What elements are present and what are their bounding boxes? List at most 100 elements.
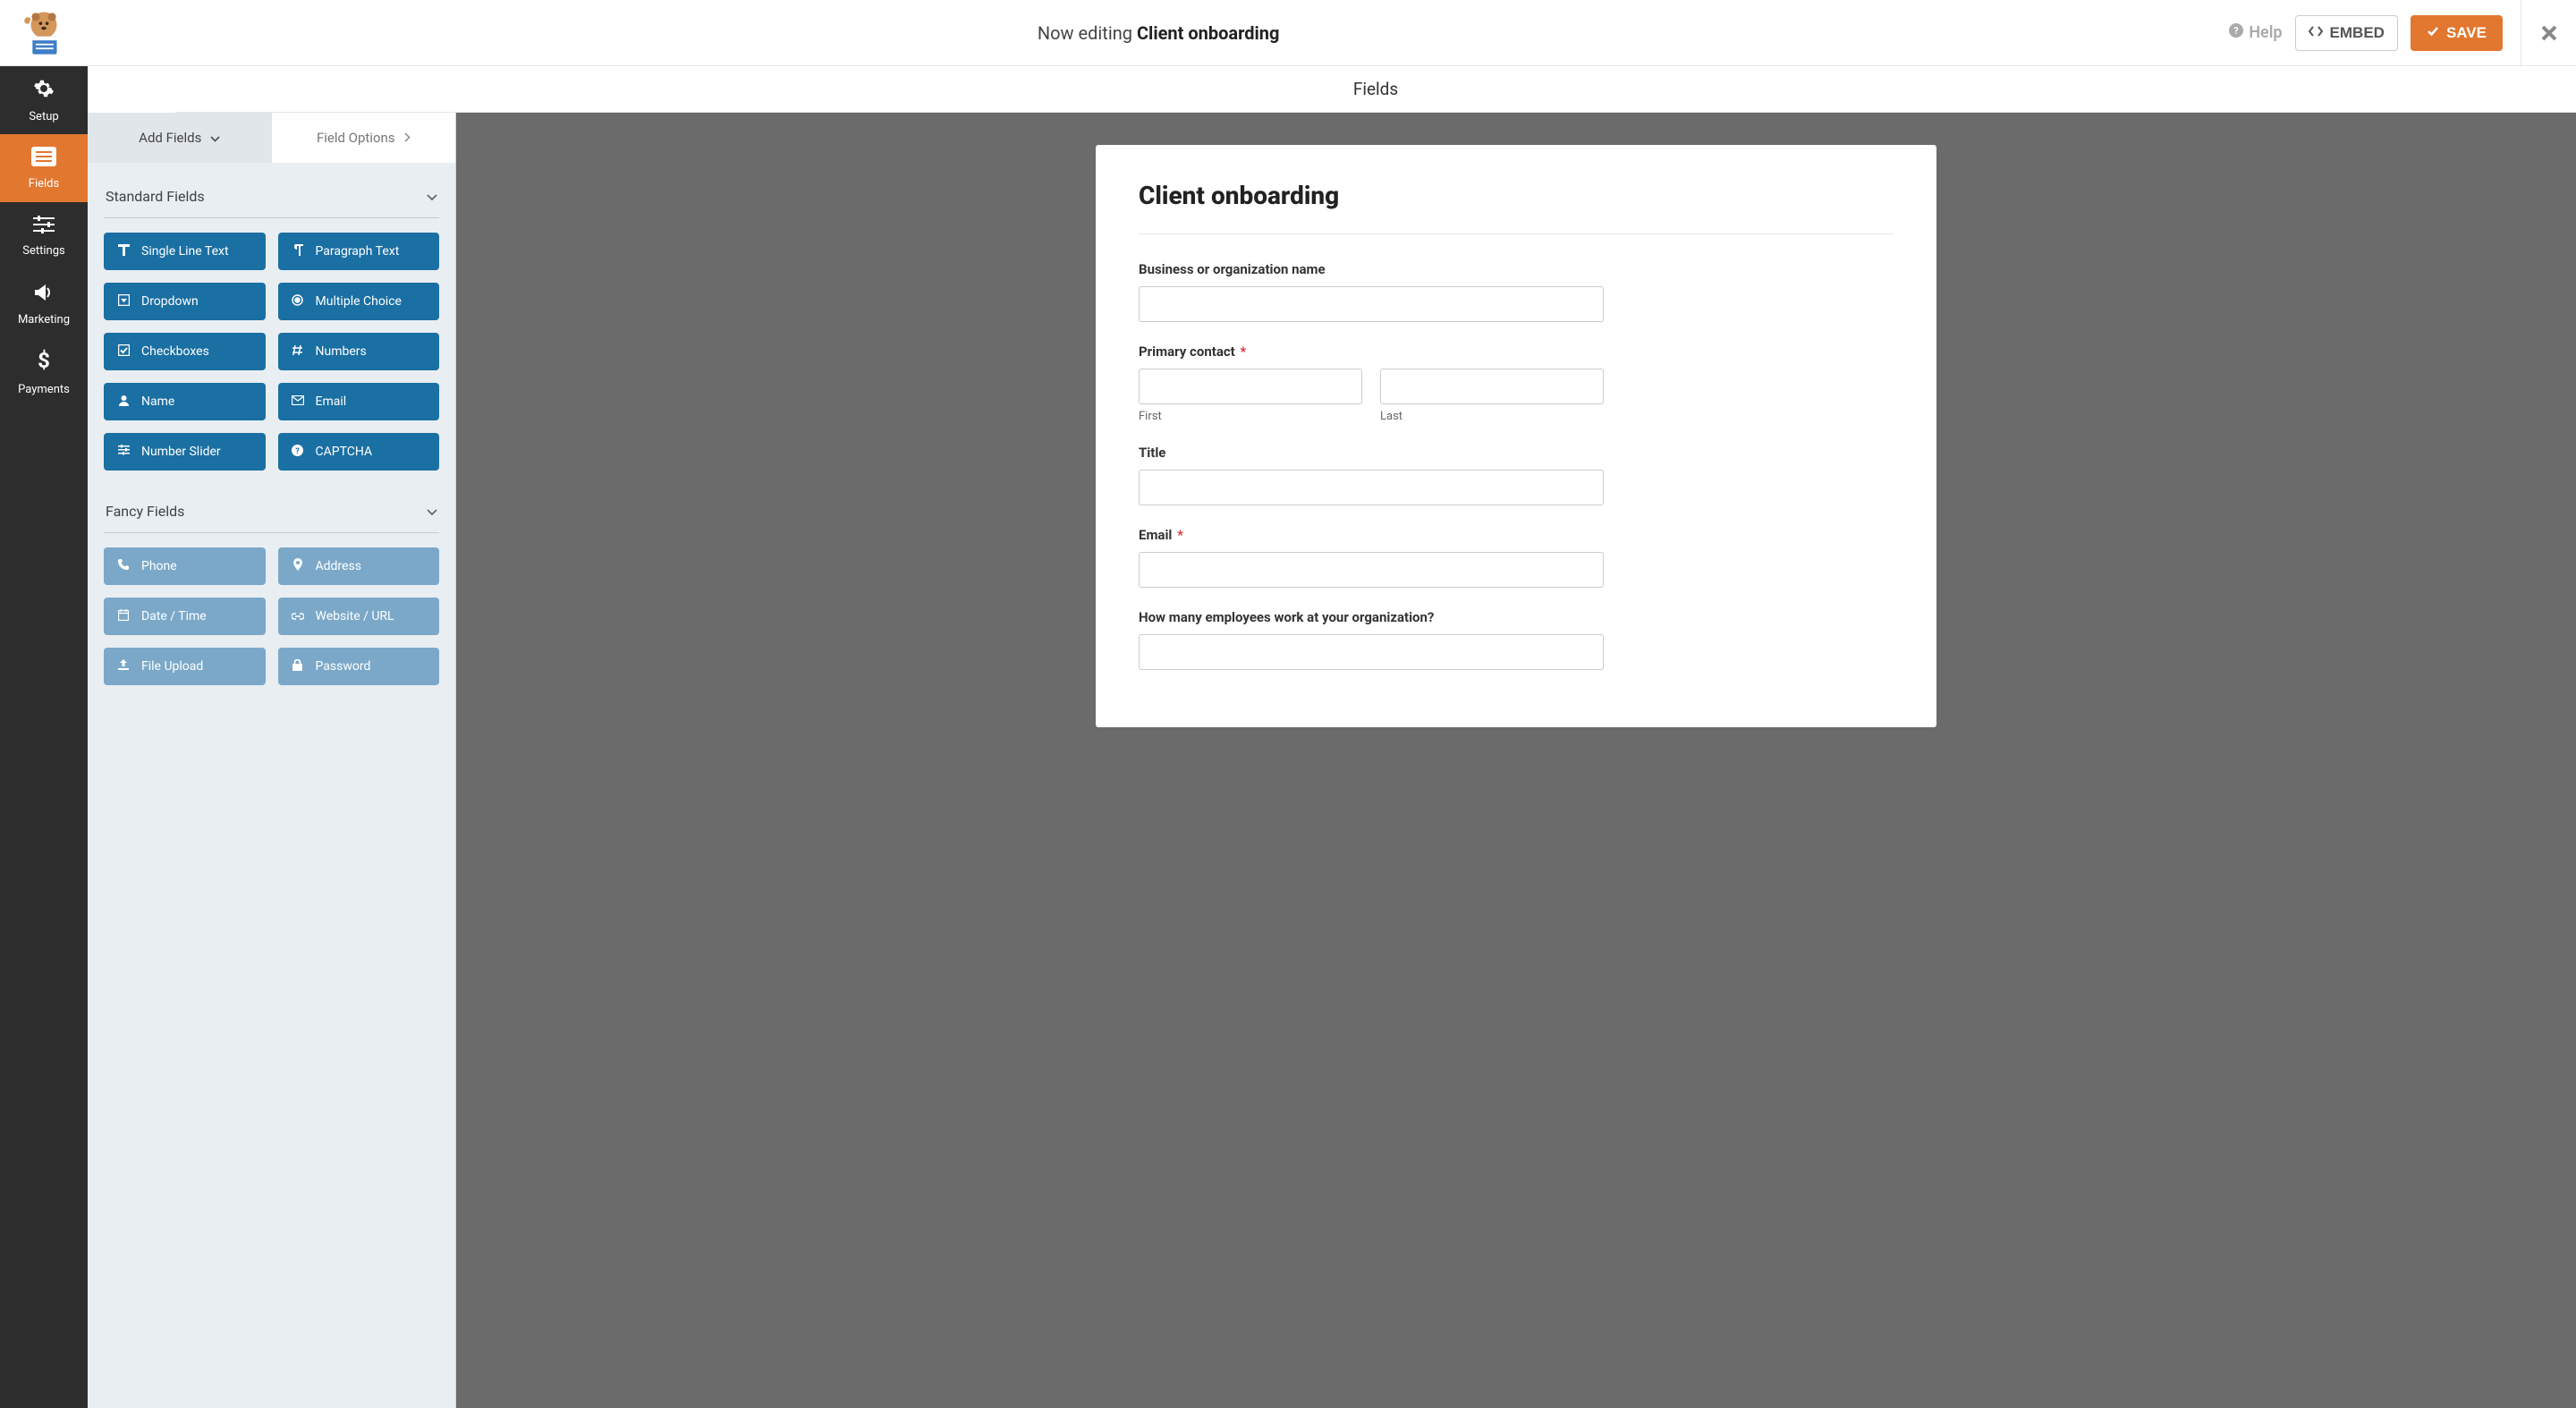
field-group-header[interactable]: Standard Fields [104,179,439,217]
sidebar-label: Fields [29,177,59,191]
form-icon [31,147,56,172]
field-type-paragraph-text[interactable]: Paragraph Text [278,233,440,270]
field-type-password[interactable]: Password [278,648,440,685]
sliders-icon [33,216,55,239]
field-type-address[interactable]: Address [278,547,440,585]
sidebar-label: Payments [18,383,70,396]
help-icon: ? [2229,23,2243,42]
field-type-date-time[interactable]: Date / Time [104,598,266,635]
field-type-label: Paragraph Text [316,244,400,259]
text-icon [116,244,131,259]
divider [104,217,439,218]
field-label: Email * [1139,527,1894,543]
paragraph-icon [291,244,305,259]
field-type-numbers[interactable]: Numbers [278,333,440,370]
gear-icon [33,78,55,105]
group-title: Fancy Fields [106,503,184,520]
help-link[interactable]: ? Help [2229,23,2282,42]
chevron-right-icon [404,130,411,146]
field-type-label: Email [316,394,347,409]
last-name-input[interactable] [1380,369,1604,404]
sidebar-label: Setup [29,110,58,123]
field-label: Primary contact * [1139,344,1894,360]
field-type-label: File Upload [141,659,203,674]
text-input[interactable] [1139,470,1604,505]
field-type-label: Password [316,659,371,674]
upload-icon [116,659,131,674]
sidebar-item-fields[interactable]: Fields [0,134,88,202]
svg-text:$: $ [38,349,50,372]
text-input[interactable] [1139,286,1604,322]
field-type-label: Name [141,394,174,409]
field-label: Title [1139,445,1894,461]
pin-icon [291,558,305,574]
field-type-label: Single Line Text [141,244,229,259]
field-type-single-line-text[interactable]: Single Line Text [104,233,266,270]
code-icon [2309,24,2323,42]
required-indicator: * [1174,527,1183,543]
field-type-label: Numbers [316,344,367,359]
sub-label: First [1139,410,1362,423]
sub-label: Last [1380,410,1604,423]
user-icon [116,394,131,410]
first-name-input[interactable] [1139,369,1362,404]
tab-add-fields[interactable]: Add Fields [88,113,272,163]
divider [104,532,439,533]
field-type-label: Phone [141,559,177,573]
form-preview-title: Client onboarding [1139,181,1894,210]
field-type-multiple-choice[interactable]: Multiple Choice [278,283,440,320]
question-icon: ? [291,445,305,460]
section-header: Fields [175,66,2576,113]
field-type-checkboxes[interactable]: Checkboxes [104,333,266,370]
app-logo[interactable] [0,7,88,59]
svg-text:?: ? [295,447,300,456]
form-field[interactable]: How many employees work at your organiza… [1139,609,1894,670]
field-type-number-slider[interactable]: Number Slider [104,433,266,471]
field-type-label: Address [316,559,361,573]
field-type-website-url[interactable]: Website / URL [278,598,440,635]
field-type-file-upload[interactable]: File Upload [104,648,266,685]
main-sidebar: Setup Fields Settings Marketing $ Payments [0,66,88,1408]
sliders-h-icon [116,445,131,459]
calendar-icon [116,609,131,624]
form-field[interactable]: Title [1139,445,1894,505]
envelope-icon [291,395,305,409]
field-type-label: Website / URL [316,609,394,623]
field-type-phone[interactable]: Phone [104,547,266,585]
field-type-captcha[interactable]: ? CAPTCHA [278,433,440,471]
radio-icon [291,294,305,310]
chevron-down-icon [210,130,220,146]
close-button[interactable] [2521,0,2576,65]
sidebar-item-payments[interactable]: $ Payments [0,338,88,406]
field-group-header[interactable]: Fancy Fields [104,494,439,532]
form-field[interactable]: Email * [1139,527,1894,588]
dollar-icon: $ [37,349,51,377]
field-type-label: Dropdown [141,294,199,309]
tab-field-options[interactable]: Field Options [272,113,456,163]
svg-text:?: ? [2234,25,2240,37]
chevron-down-icon [427,503,437,520]
lock-icon [291,659,305,674]
required-indicator: * [1237,344,1247,360]
sidebar-item-setup[interactable]: Setup [0,66,88,134]
hash-icon [291,344,305,360]
save-button[interactable]: SAVE [2411,15,2503,51]
sidebar-label: Settings [22,244,64,258]
form-field[interactable]: Primary contact * First Last [1139,344,1894,423]
field-type-label: Multiple Choice [316,294,402,309]
sidebar-item-marketing[interactable]: Marketing [0,270,88,338]
embed-button[interactable]: EMBED [2295,15,2398,51]
text-input[interactable] [1139,552,1604,588]
field-type-name[interactable]: Name [104,383,266,420]
field-label: How many employees work at your organiza… [1139,609,1894,625]
text-input[interactable] [1139,634,1604,670]
field-type-dropdown[interactable]: Dropdown [104,283,266,320]
field-label: Business or organization name [1139,261,1894,277]
field-type-label: CAPTCHA [316,445,373,459]
form-field[interactable]: Business or organization name [1139,261,1894,322]
link-icon [291,610,305,623]
sidebar-item-settings[interactable]: Settings [0,202,88,270]
group-title: Standard Fields [106,188,205,205]
field-type-email[interactable]: Email [278,383,440,420]
check-icon [116,344,131,360]
